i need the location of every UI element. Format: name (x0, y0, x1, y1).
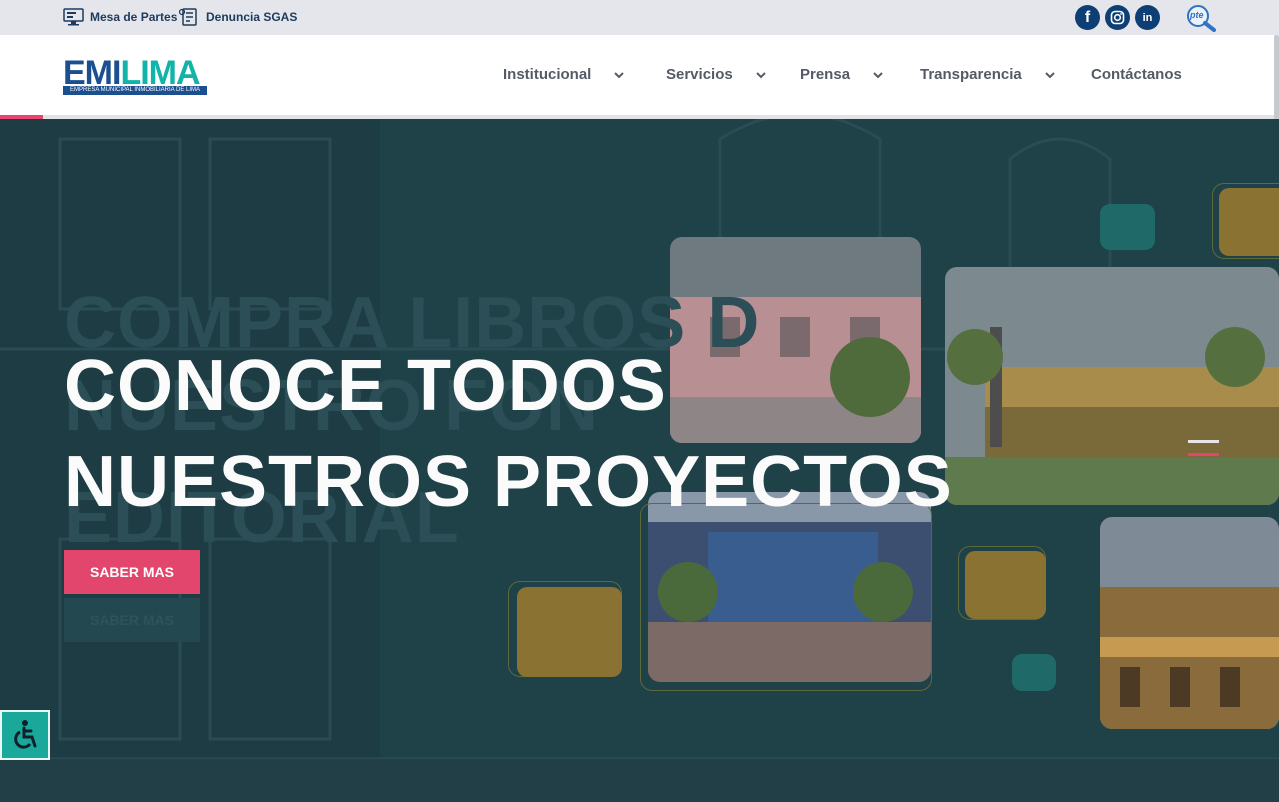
saber-mas-button[interactable]: SABER MAS (64, 550, 200, 594)
decor-gold-square (965, 551, 1046, 619)
desk-computer-icon (63, 8, 84, 26)
denuncia-sgas-label: Denuncia SGAS (206, 10, 298, 24)
mesa-de-partes-label: Mesa de Partes (90, 10, 178, 24)
hero-headline-line-2: NUESTROS PROYECTOS (64, 442, 953, 522)
nav-transparencia[interactable]: Transparencia (920, 66, 1056, 83)
decor-teal-square (1012, 654, 1056, 691)
facebook-icon: f (1084, 8, 1091, 26)
nav-contactanos-label: Contáctanos (1091, 66, 1182, 83)
mesa-de-partes-link[interactable]: Mesa de Partes (63, 8, 177, 26)
denuncia-sgas-link[interactable]: Denuncia SGAS (179, 8, 297, 26)
nav-prensa[interactable]: Prensa (800, 66, 884, 83)
nav-transparencia-label: Transparencia (920, 66, 1022, 83)
nav-servicios[interactable]: Servicios (666, 66, 767, 83)
plaza-building-image (945, 267, 1279, 505)
chevron-down-icon (873, 71, 883, 78)
decor-gold-square (517, 587, 622, 677)
decor-gold-square (1219, 188, 1279, 256)
chevron-down-icon (1045, 71, 1055, 78)
pte-portal-link[interactable]: pte (1185, 4, 1217, 32)
project-photo-theater[interactable] (1100, 517, 1279, 729)
instagram-icon (1110, 10, 1125, 25)
logo-wordmark: EMILIMA (63, 56, 201, 90)
slider-nav-control[interactable] (1188, 440, 1220, 458)
nav-contactanos[interactable]: Contáctanos (1091, 66, 1182, 83)
document-report-icon (179, 8, 197, 26)
accessibility-button[interactable] (0, 710, 50, 760)
nav-institucional[interactable]: Institucional (503, 66, 625, 83)
hero-headline-line-1: CONOCE TODOS (64, 346, 667, 426)
ghost-cta-button: SABER MAS (64, 598, 200, 642)
pte-label: pte (1190, 10, 1204, 20)
linkedin-link[interactable]: in (1135, 5, 1160, 30)
decor-teal-square (1100, 204, 1155, 250)
wheelchair-icon (14, 720, 37, 749)
instagram-link[interactable] (1105, 5, 1130, 30)
top-utility-bar: Mesa de Partes Denuncia SGAS f in pte (0, 0, 1279, 35)
emilima-logo[interactable]: EMILIMA EMPRESA MUNICIPAL INMOBILIARIA D… (63, 56, 208, 95)
facebook-link[interactable]: f (1075, 5, 1100, 30)
hero-headline: CONOCE TODOS NUESTROS PROYECTOS (64, 338, 953, 530)
slider-line-active (1188, 453, 1219, 456)
theater-building-image (1100, 517, 1279, 729)
chevron-down-icon (756, 71, 766, 78)
linkedin-icon: in (1142, 11, 1153, 24)
nav-prensa-label: Prensa (800, 66, 851, 83)
slider-line-inactive (1188, 440, 1219, 443)
chevron-down-icon (614, 71, 625, 78)
logo-subtitle: EMPRESA MUNICIPAL INMOBILIARIA DE LIMA (63, 86, 207, 95)
project-photo-plaza[interactable] (945, 267, 1279, 505)
decor-photo-frame (640, 503, 932, 691)
nav-servicios-label: Servicios (666, 66, 733, 83)
nav-institucional-label: Institucional (503, 66, 592, 83)
